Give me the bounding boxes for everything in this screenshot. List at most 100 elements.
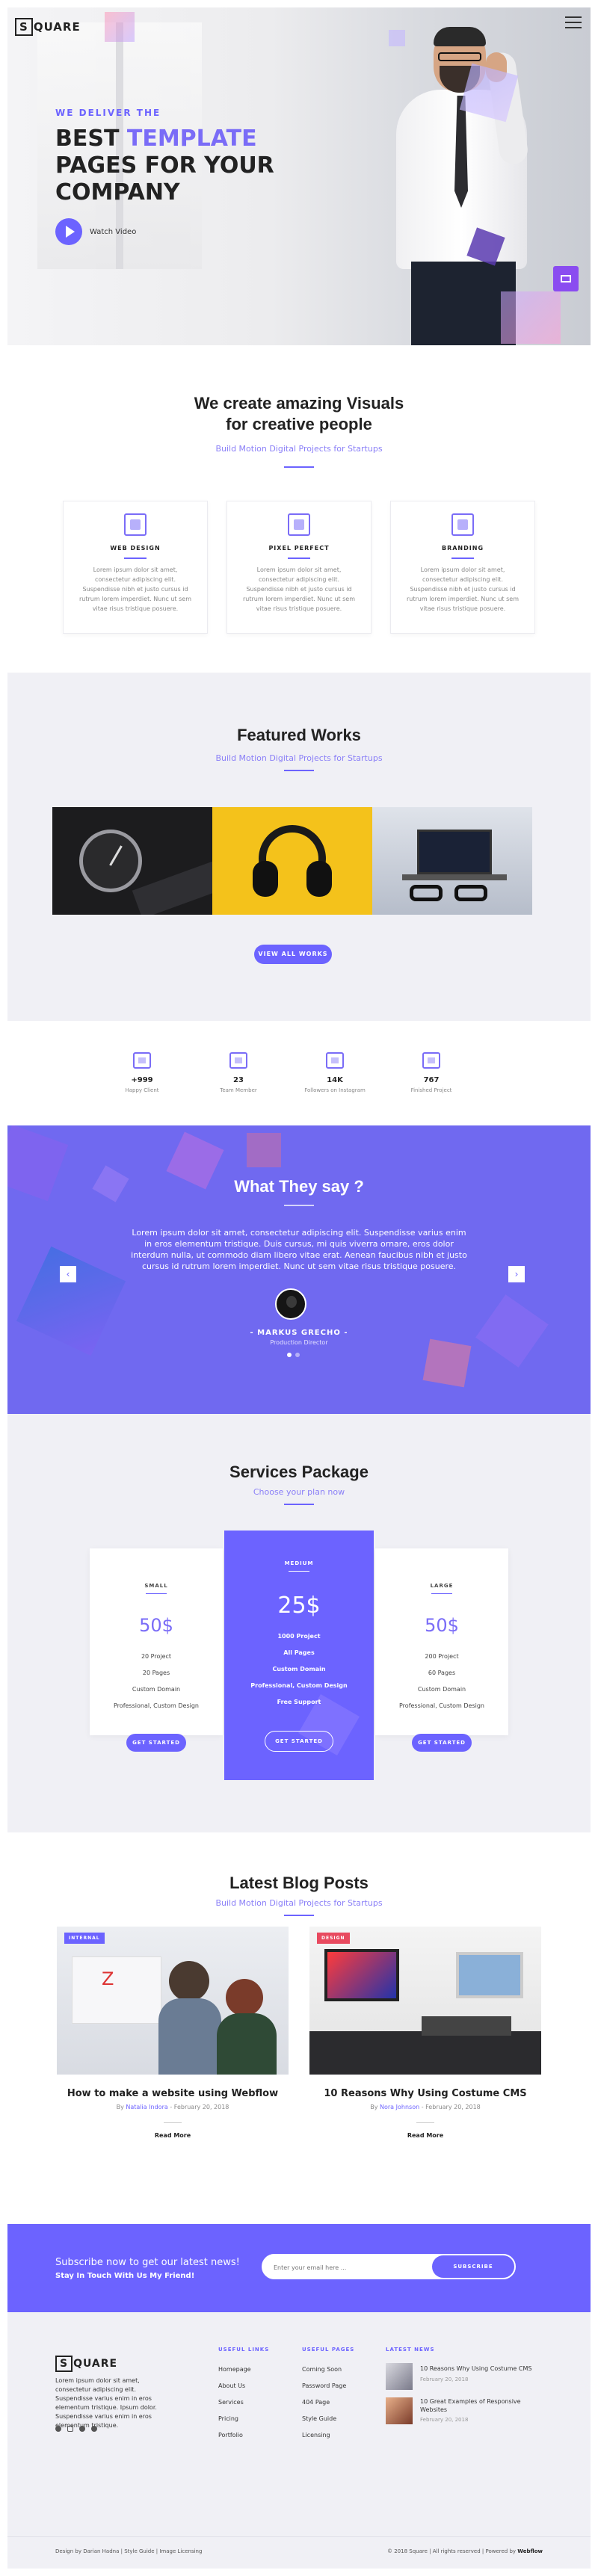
read-more-link[interactable]: Read More — [309, 2132, 541, 2139]
work-image-watch[interactable] — [52, 807, 212, 915]
get-started-button[interactable]: GET STARTED — [126, 1734, 186, 1752]
webflow-link[interactable]: Webflow — [517, 2548, 543, 2554]
plan-name: MEDIUM — [284, 1560, 314, 1566]
watch-video-button[interactable]: Watch Video — [55, 218, 136, 245]
facebook-icon[interactable] — [55, 2426, 61, 2432]
blog-post-title[interactable]: 10 Reasons Why Using Costume CMS — [309, 2088, 541, 2099]
footer-link-404[interactable]: 404 Page — [302, 2399, 330, 2406]
hero-pretitle: WE DELIVER THE — [55, 108, 161, 118]
news-date: February 20, 2018 — [420, 2417, 469, 2423]
footer-link-password[interactable]: Password Page — [302, 2382, 346, 2389]
mail-icon[interactable] — [553, 266, 579, 291]
works-title: Featured Works — [237, 726, 361, 744]
footer-link-licensing[interactable]: Licensing — [302, 2432, 330, 2438]
feature-card-branding: BRANDING Lorem ipsum dolor sit amet, con… — [390, 501, 535, 634]
footer-link-portfolio[interactable]: Portfolio — [218, 2432, 243, 2438]
feature-card-pixel-perfect: PIXEL PERFECT Lorem ipsum dolor sit amet… — [226, 501, 372, 634]
stat-finished-project: 767 Finished Project — [394, 1052, 469, 1093]
testimonial-name: - MARKUS GRECHO - — [250, 1329, 348, 1337]
footer-credits: Design by Darian Hadna | Style Guide | I… — [55, 2548, 203, 2554]
plan-price: 25$ — [277, 1593, 321, 1619]
get-started-button[interactable]: GET STARTED — [265, 1731, 333, 1752]
instagram-icon[interactable] — [67, 2426, 73, 2432]
section-divider — [284, 1205, 314, 1206]
blog-subtitle: Build Motion Digital Projects for Startu… — [215, 1898, 383, 1908]
social-icons — [55, 2426, 97, 2432]
decor-square — [422, 1338, 472, 1388]
footer-link-coming-soon[interactable]: Coming Soon — [302, 2366, 342, 2373]
next-arrow-button[interactable]: › — [508, 1266, 525, 1282]
testimonial-quote: Lorem ipsum dolor sit amet, consectetur … — [131, 1228, 467, 1271]
stat-icon — [133, 1052, 151, 1069]
hero-title-accent: TEMPLATE — [126, 126, 257, 152]
plan-price: 50$ — [139, 1615, 173, 1636]
news-thumbnail[interactable] — [386, 2363, 413, 2390]
work-image-laptop-glasses[interactable] — [372, 807, 532, 915]
news-title[interactable]: 10 Great Examples of Responsive Websites — [420, 2397, 540, 2414]
footer-link-homepage[interactable]: Homepage — [218, 2366, 251, 2373]
pricing-subtitle: Choose your plan now — [253, 1487, 345, 1497]
stat-team-member: 23 Team Member — [201, 1052, 276, 1093]
news-date: February 20, 2018 — [420, 2376, 469, 2382]
section-divider — [284, 1504, 314, 1505]
stats-section: +999 Happy Client 23 Team Member 14K Fol… — [7, 1021, 591, 1125]
featured-works-section: Featured Works Build Motion Digital Proj… — [7, 673, 591, 1021]
footer-logo[interactable]: S QUARE — [55, 2356, 117, 2372]
menu-icon[interactable] — [565, 16, 582, 28]
decor-cube — [501, 291, 561, 344]
blog-post-title[interactable]: How to make a website using Webflow — [57, 2088, 289, 2099]
feature-text: Lorem ipsum dolor sit amet, consectetur … — [407, 566, 519, 612]
blog-post-meta: By Natalia Indora - February 20, 2018 — [116, 2104, 229, 2110]
work-image-headphones[interactable] — [212, 807, 372, 915]
feature-name: WEB DESIGN — [110, 545, 161, 552]
email-input[interactable] — [274, 2261, 416, 2273]
latest-news-title: LATEST NEWS — [386, 2347, 435, 2353]
useful-links-title: USEFUL LINKS — [218, 2347, 270, 2353]
subscribe-button[interactable]: SUBSCRIBE — [432, 2255, 514, 2278]
feature-text: Lorem ipsum dolor sit amet, consectetur … — [243, 566, 355, 612]
blog-post-image[interactable]: Z INTERNAL — [57, 1927, 289, 2075]
footer-link-services[interactable]: Services — [218, 2399, 244, 2406]
works-subtitle: Build Motion Digital Projects for Startu… — [215, 753, 383, 763]
section-divider — [284, 466, 314, 468]
logo-box: S — [15, 18, 33, 36]
subscribe-form: SUBSCRIBE — [262, 2254, 516, 2279]
subscribe-section: Subscribe now to get our latest news! St… — [7, 2224, 591, 2312]
stat-instagram-followers: 14K Followers on Instagram — [298, 1052, 372, 1093]
blog-post-meta: By Nora Johnson - February 20, 2018 — [370, 2104, 481, 2110]
get-started-button[interactable]: GET STARTED — [412, 1734, 472, 1752]
decor-cube — [105, 12, 135, 42]
footer-link-style-guide[interactable]: Style Guide — [302, 2415, 336, 2422]
decor-square — [247, 1133, 281, 1167]
play-icon — [55, 218, 82, 245]
news-thumbnail[interactable] — [386, 2397, 413, 2424]
web-design-icon — [124, 513, 147, 536]
testimonial-title: What They say ? — [234, 1177, 364, 1196]
pixel-perfect-icon — [288, 513, 310, 536]
footer-link-pricing[interactable]: Pricing — [218, 2415, 238, 2422]
logo[interactable]: S QUARE — [15, 18, 81, 36]
slider-dots[interactable] — [287, 1353, 300, 1357]
hero-title: BEST TEMPLATE PAGES FOR YOUR COMPANY — [55, 126, 274, 206]
twitter-icon[interactable] — [79, 2426, 85, 2432]
blog-post-image[interactable]: DESIGN — [309, 1927, 541, 2075]
branding-icon — [451, 513, 474, 536]
footer-about: Lorem ipsum dolor sit amet, consectetur … — [55, 2377, 157, 2429]
plan-card-large: LARGE 50$ 200 Project 60 Pages Custom Do… — [375, 1548, 508, 1752]
subscribe-heading: Subscribe now to get our latest news! — [55, 2257, 240, 2268]
stat-happy-client: +999 Happy Client — [105, 1052, 179, 1093]
blog-tag: INTERNAL — [64, 1933, 105, 1944]
stat-icon — [422, 1052, 440, 1069]
footer-link-about[interactable]: About Us — [218, 2382, 245, 2389]
feature-name: BRANDING — [441, 545, 484, 552]
stat-icon — [229, 1052, 247, 1069]
plan-card-medium: MEDIUM 25$ 1000 Project All Pages Custom… — [224, 1531, 374, 1780]
skype-icon[interactable] — [91, 2426, 97, 2432]
prev-arrow-button[interactable]: ‹ — [60, 1266, 76, 1282]
news-title[interactable]: 10 Reasons Why Using Costume CMS — [420, 2365, 540, 2373]
feature-text: Lorem ipsum dolor sit amet, consectetur … — [79, 566, 191, 612]
pricing-section: Services Package Choose your plan now SM… — [7, 1414, 591, 1832]
read-more-link[interactable]: Read More — [57, 2132, 289, 2139]
visuals-title: We create amazing Visuals for creative pe… — [194, 394, 404, 433]
view-all-works-button[interactable]: VIEW ALL WORKS — [254, 945, 332, 964]
